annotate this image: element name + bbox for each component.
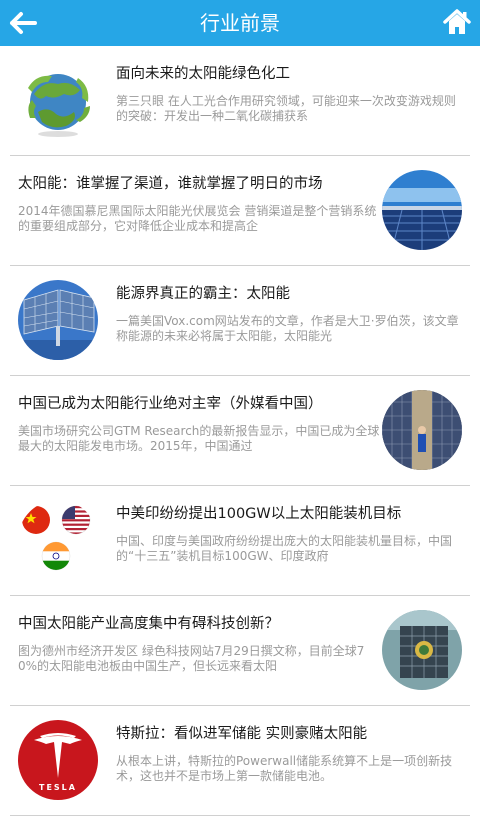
- item-summary: 一篇美国Vox.com网站发布的文章，作者是大卫·罗伯茨，该文章称能源的未来必将…: [116, 314, 459, 343]
- item-summary: 从根本上讲，特斯拉的Powerwall储能系统算不上是一项创新技术，这也并不是市…: [116, 754, 453, 783]
- item-summary: 图为德州市经济开发区 绿色科技网站7月29日撰文称，目前全球70%的太阳能电池板…: [18, 644, 365, 673]
- news-list: 面向未来的太阳能绿色化工 第三只眼 在人工光合作用研究领域，可能迎来一次改变游戏…: [0, 46, 480, 816]
- list-item[interactable]: 能源界真正的霸主：太阳能 一篇美国Vox.com网站发布的文章，作者是大卫·罗伯…: [0, 266, 480, 376]
- list-item[interactable]: 太阳能：谁掌握了渠道，谁就掌握了明日的市场 2014年德国慕尼黑国际太阳能光伏展…: [0, 156, 480, 266]
- item-summary: 第三只眼 在人工光合作用研究领域，可能迎来一次改变游戏规则的突破：开发出一种二氧…: [116, 94, 456, 123]
- home-icon: [443, 9, 471, 34]
- page-title: 行业前景: [200, 11, 280, 35]
- item-title: 能源界真正的霸主：太阳能: [116, 286, 290, 302]
- list-item[interactable]: 中美印纷纷提出100GW以上太阳能装机目标 中国、印度与美国政府纷纷提出庞大的太…: [0, 486, 480, 596]
- item-title: 中国已成为太阳能行业绝对主宰（外媒看中国）: [18, 396, 323, 412]
- item-summary: 2014年德国慕尼黑国际太阳能光伏展览会 营销渠道是整个营销系统的重要组成部分，…: [18, 204, 377, 233]
- list-item[interactable]: 面向未来的太阳能绿色化工 第三只眼 在人工光合作用研究领域，可能迎来一次改变游戏…: [0, 46, 480, 156]
- tesla-logo-text: TESLA: [39, 783, 77, 792]
- solar-panels-sky-thumbnail: [18, 280, 98, 360]
- flags-china-usa-india-thumbnail: [18, 500, 98, 580]
- item-summary: 中国、印度与美国政府纷纷提出庞大的太阳能装机量目标，中国的“十三五”装机目标10…: [116, 534, 453, 563]
- app-header: 行业前景: [0, 0, 480, 46]
- list-item[interactable]: 中国太阳能产业高度集中有碍科技创新？ 图为德州市经济开发区 绿色科技网站7月29…: [0, 596, 480, 706]
- solar-panel-closeup-thumbnail: [382, 610, 462, 690]
- solar-farm-thumbnail: [382, 170, 462, 250]
- solar-rows-worker-thumbnail: [382, 390, 462, 470]
- home-button[interactable]: [443, 8, 471, 36]
- item-title: 特斯拉：看似进军储能 实则豪赌太阳能: [116, 726, 368, 742]
- item-title: 中国太阳能产业高度集中有碍科技创新？: [18, 616, 279, 632]
- list-item[interactable]: 中国已成为太阳能行业绝对主宰（外媒看中国） 美国市场研究公司GTM Resear…: [0, 376, 480, 486]
- green-earth-thumbnail: [18, 60, 98, 140]
- tesla-logo-thumbnail: TESLA: [18, 720, 98, 800]
- item-title: 面向未来的太阳能绿色化工: [116, 66, 290, 82]
- item-title: 中美印纷纷提出100GW以上太阳能装机目标: [116, 506, 402, 522]
- item-summary: 美国市场研究公司GTM Research的最新报告显示，中国已成为全球最大的太阳…: [18, 424, 380, 453]
- item-title: 太阳能：谁掌握了渠道，谁就掌握了明日的市场: [18, 176, 323, 192]
